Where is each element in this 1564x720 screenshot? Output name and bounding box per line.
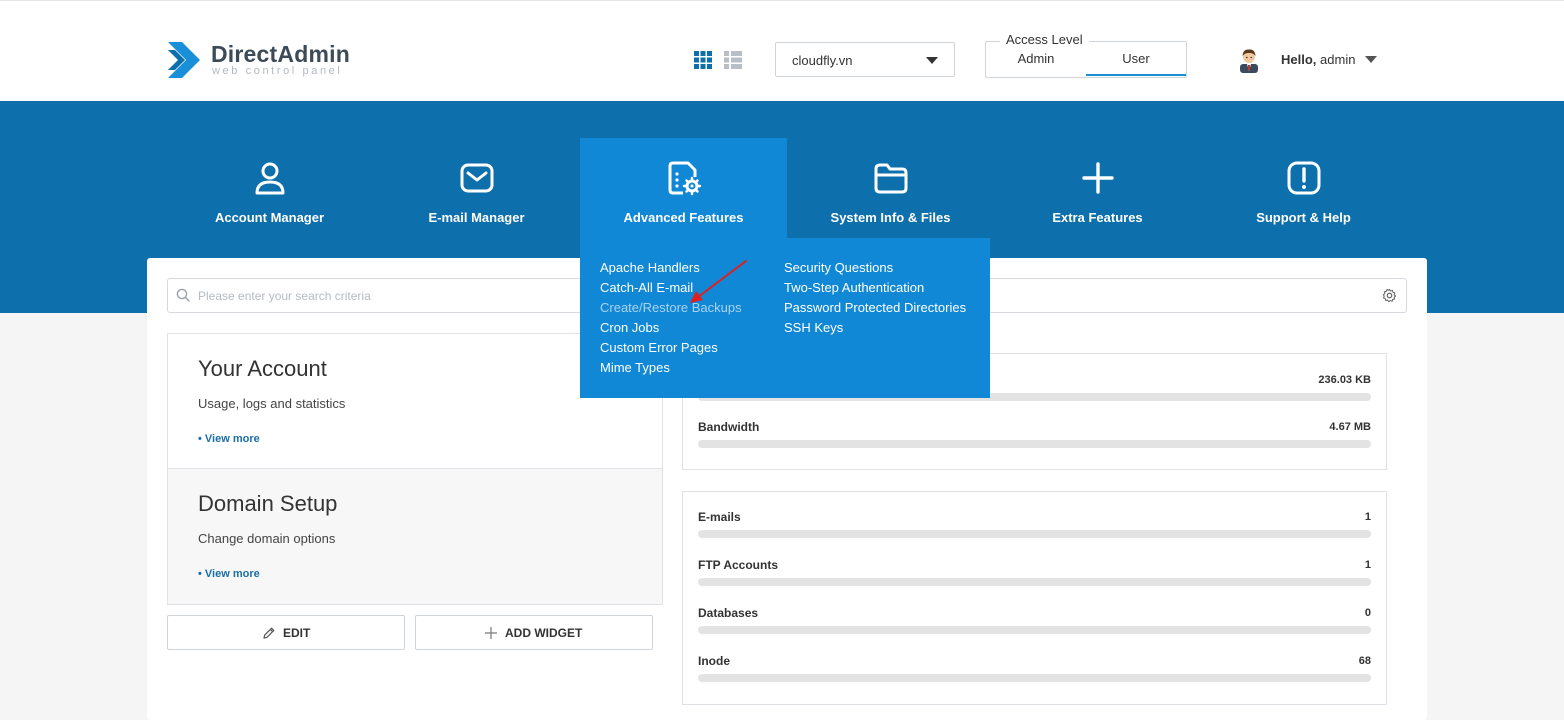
nav-label: System Info & Files — [830, 210, 951, 225]
search-icon — [176, 288, 190, 302]
stat-row: Bandwidth 4.67 MB — [698, 420, 1371, 460]
menu-item-password-protected-directories[interactable]: Password Protected Directories — [784, 300, 966, 315]
edit-button[interactable]: EDIT — [167, 615, 405, 650]
access-level-user[interactable]: User — [1086, 42, 1186, 76]
plus-icon — [485, 627, 497, 639]
menu-item-two-step-authentication[interactable]: Two-Step Authentication — [784, 280, 924, 295]
logo-chevrons-icon — [168, 42, 200, 78]
stat-label: Inode — [698, 654, 730, 668]
menu-item-cron-jobs[interactable]: Cron Jobs — [600, 320, 659, 335]
nav-label: Advanced Features — [623, 210, 744, 225]
stat-bar — [698, 626, 1371, 634]
nav-email-manager[interactable]: E-mail Manager — [373, 138, 580, 238]
folder-icon — [874, 163, 908, 194]
nav-label: E-mail Manager — [428, 210, 525, 225]
username: admin — [1320, 52, 1356, 67]
menu-item-catch-all-email[interactable]: Catch-All E-mail — [600, 280, 693, 295]
domain-select[interactable]: cloudfly.vn — [775, 42, 955, 77]
stat-value: 0 — [1364, 607, 1371, 619]
stat-value: 68 — [1358, 655, 1371, 667]
domain-select-value: cloudfly.vn — [792, 53, 853, 68]
menu-item-custom-error-pages[interactable]: Custom Error Pages — [600, 340, 718, 355]
stat-row: Inode 68 — [698, 654, 1371, 694]
add-widget-button[interactable]: ADD WIDGET — [415, 615, 653, 650]
nav-advanced-features[interactable]: Advanced Features — [580, 138, 787, 238]
logo-subtitle: web control panel — [212, 65, 343, 77]
view-more-link[interactable]: • View more — [198, 568, 260, 580]
stat-bar — [698, 530, 1371, 538]
nav-support-help[interactable]: Support & Help — [1200, 138, 1407, 238]
avatar[interactable] — [1237, 47, 1261, 73]
add-widget-button-label: ADD WIDGET — [505, 626, 583, 640]
user-greeting[interactable]: Hello, admin — [1281, 52, 1355, 67]
nav-label: Account Manager — [214, 210, 325, 225]
stat-label: E-mails — [698, 510, 741, 524]
stat-bar — [698, 440, 1371, 448]
menu-item-ssh-keys[interactable]: SSH Keys — [784, 320, 843, 335]
greeting-text: Hello, — [1281, 52, 1317, 67]
nav-system-info-files[interactable]: System Info & Files — [787, 138, 994, 238]
stat-row: FTP Accounts 1 — [698, 558, 1371, 598]
view-more-link[interactable]: • View more — [198, 433, 260, 445]
nav-extra-features[interactable]: Extra Features — [994, 138, 1201, 238]
stat-value: 236.03 KB — [1318, 374, 1371, 386]
envelope-icon — [460, 163, 494, 193]
grid-view-icon[interactable] — [694, 51, 712, 69]
stat-label: Databases — [698, 606, 759, 620]
stat-row: Databases 0 — [698, 606, 1371, 646]
stat-value: 1 — [1364, 511, 1371, 523]
edit-button-label: EDIT — [283, 626, 311, 640]
stat-row: E-mails 1 — [698, 510, 1371, 550]
directadmin-logo[interactable]: DirectAdmin web control panel — [166, 38, 366, 82]
list-view-icon[interactable] — [724, 51, 742, 69]
pencil-icon — [263, 627, 275, 639]
menu-item-create-restore-backups[interactable]: Create/Restore Backups — [600, 300, 742, 315]
nav-label: Support & Help — [1256, 210, 1351, 225]
widget-title: Domain Setup — [198, 491, 338, 516]
stat-bar — [698, 674, 1371, 682]
exclamation-icon — [1287, 161, 1321, 195]
user-icon — [255, 162, 285, 195]
user-menu-caret-icon[interactable] — [1365, 56, 1377, 63]
stat-value: 1 — [1364, 559, 1371, 571]
nav-label: Extra Features — [1052, 210, 1143, 225]
stat-value: 4.67 MB — [1329, 421, 1371, 433]
logo-title: DirectAdmin — [211, 41, 350, 67]
account-stats-panel: E-mails 1 FTP Accounts 1 Databases 0 Ino… — [682, 491, 1387, 705]
menu-item-mime-types[interactable]: Mime Types — [600, 360, 670, 375]
stat-bar — [698, 578, 1371, 586]
gear-icon[interactable] — [1382, 288, 1397, 303]
menu-item-apache-handlers[interactable]: Apache Handlers — [600, 260, 700, 275]
stat-label: FTP Accounts — [698, 558, 779, 572]
plus-icon — [1082, 162, 1114, 194]
widget-title: Your Account — [198, 356, 327, 381]
stat-label: Bandwidth — [698, 420, 760, 434]
widget-subtitle: Usage, logs and statistics — [198, 396, 346, 411]
menu-item-security-questions[interactable]: Security Questions — [784, 260, 893, 275]
caret-down-icon — [926, 57, 938, 64]
widget-subtitle: Change domain options — [198, 531, 336, 546]
widget-domain-setup[interactable]: Domain Setup Change domain options • Vie… — [167, 468, 663, 605]
access-level-admin[interactable]: Admin — [986, 42, 1086, 76]
nav-account-manager[interactable]: Account Manager — [166, 138, 373, 238]
document-gear-icon — [668, 161, 702, 196]
